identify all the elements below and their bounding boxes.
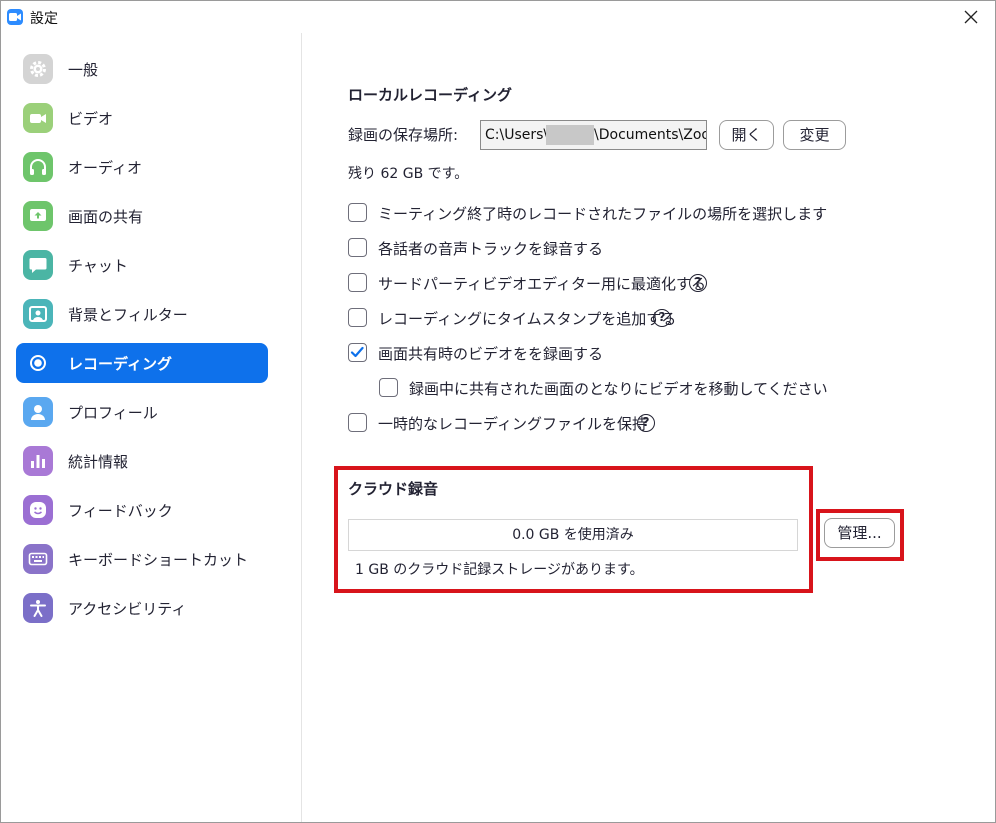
record-icon	[23, 348, 53, 378]
accessibility-icon	[23, 593, 53, 623]
zoom-app-icon	[7, 9, 23, 25]
sidebar-item-keyboard-shortcuts[interactable]: キーボードショートカット	[16, 539, 268, 579]
cloud-recording-heading: クラウド録音	[348, 480, 439, 498]
option-checkbox-checked[interactable]	[348, 343, 367, 362]
title-bar: 設定	[1, 1, 995, 33]
close-icon	[964, 10, 978, 24]
recording-path-suffix: \Documents\Zoom	[594, 127, 706, 143]
sidebar-item-label: オーディオ	[68, 159, 142, 177]
background-icon	[23, 299, 53, 329]
option-choose-location-label: ミーティング終了時のレコードされたファイルの場所を選択します	[378, 205, 828, 223]
option-separate-audio-label: 各話者の音声トラックを録音する	[378, 240, 604, 258]
sidebar-item-label: 画面の共有	[68, 208, 144, 226]
sidebar-item-share-screen[interactable]: 画面の共有	[16, 196, 268, 236]
option-record-video-share-label: 画面共有時のビデオをを録画する	[378, 345, 604, 363]
change-folder-button[interactable]: 変更	[783, 120, 846, 150]
help-icon[interactable]: ?	[637, 414, 655, 432]
checkmark-icon	[350, 346, 364, 358]
manage-cloud-button[interactable]: 管理...	[824, 518, 895, 548]
sidebar-item-label: キーボードショートカット	[68, 551, 249, 569]
local-recording-heading: ローカルレコーディング	[348, 86, 512, 104]
sidebar-item-chat[interactable]: チャット	[16, 245, 268, 285]
option-checkbox[interactable]	[348, 308, 367, 327]
profile-icon	[23, 397, 53, 427]
recording-location-label: 録画の保存場所:	[348, 126, 459, 144]
sidebar-item-label: ビデオ	[68, 110, 114, 128]
video-icon	[23, 103, 53, 133]
option-optimize-editor-label: サードパーティビデオエディター用に最適化する	[378, 275, 707, 293]
sidebar-item-recording[interactable]: レコーディング	[16, 343, 268, 383]
option-checkbox[interactable]	[348, 203, 367, 222]
sidebar-item-label: フィードバック	[68, 502, 173, 520]
sidebar-item-feedback[interactable]: フィードバック	[16, 490, 268, 530]
sidebar-item-accessibility[interactable]: アクセシビリティ	[16, 588, 268, 628]
sidebar-item-label: 一般	[68, 61, 99, 79]
window-title: 設定	[30, 11, 58, 27]
cloud-usage-bar: 0.0 GB を使用済み	[348, 519, 798, 551]
cloud-storage-note: 1 GB のクラウド記録ストレージがあります。	[355, 562, 644, 578]
headphones-icon	[23, 152, 53, 182]
sidebar-item-video[interactable]: ビデオ	[16, 98, 268, 138]
recording-path-prefix: C:\Users\	[485, 127, 549, 143]
sidebar-item-label: レコーディング	[68, 355, 172, 373]
share-screen-icon	[23, 201, 53, 231]
option-timestamp-label: レコーディングにタイムスタンプを追加する	[378, 310, 677, 328]
sidebar-item-profile[interactable]: プロフィール	[16, 392, 268, 432]
feedback-icon	[23, 495, 53, 525]
recording-settings-panel: ローカルレコーディング 録画の保存場所: C:\Users\ \Document…	[303, 33, 995, 822]
option-checkbox[interactable]	[379, 378, 398, 397]
option-place-video-next-label: 録画中に共有された画面のとなりにビデオを移動してください	[409, 380, 828, 398]
remaining-space-text: 残り 62 GB です。	[348, 166, 469, 182]
option-checkbox[interactable]	[348, 238, 367, 257]
sidebar-item-general[interactable]: 一般	[16, 49, 268, 89]
settings-sidebar: 一般 ビデオ オーディオ 画面の共有 チャット 背景とフィルター レコーディング…	[1, 33, 302, 822]
sidebar-item-label: チャット	[68, 257, 128, 275]
option-keep-temp-files-label: 一時的なレコーディングファイルを保持	[378, 415, 647, 433]
settings-window: 設定 一般 ビデオ オーディオ 画面の共有 チャット 背景とフィルター レコーデ…	[0, 0, 996, 823]
keyboard-icon	[23, 544, 53, 574]
close-button[interactable]	[951, 1, 991, 33]
help-icon[interactable]: ?	[689, 274, 707, 292]
recording-path-field[interactable]: C:\Users\ \Documents\Zoom	[480, 120, 707, 150]
option-checkbox[interactable]	[348, 413, 367, 432]
sidebar-item-audio[interactable]: オーディオ	[16, 147, 268, 187]
sidebar-item-label: プロフィール	[68, 404, 158, 422]
statistics-icon	[23, 446, 53, 476]
redacted-username	[546, 125, 594, 145]
help-icon[interactable]: ?	[653, 309, 671, 327]
sidebar-item-statistics[interactable]: 統計情報	[16, 441, 268, 481]
sidebar-item-label: 統計情報	[68, 453, 129, 471]
gear-icon	[23, 54, 53, 84]
option-checkbox[interactable]	[348, 273, 367, 292]
open-folder-button[interactable]: 開く	[719, 120, 774, 150]
sidebar-item-label: アクセシビリティ	[68, 600, 187, 618]
sidebar-item-label: 背景とフィルター	[68, 306, 188, 324]
sidebar-item-background[interactable]: 背景とフィルター	[16, 294, 268, 334]
chat-icon	[23, 250, 53, 280]
